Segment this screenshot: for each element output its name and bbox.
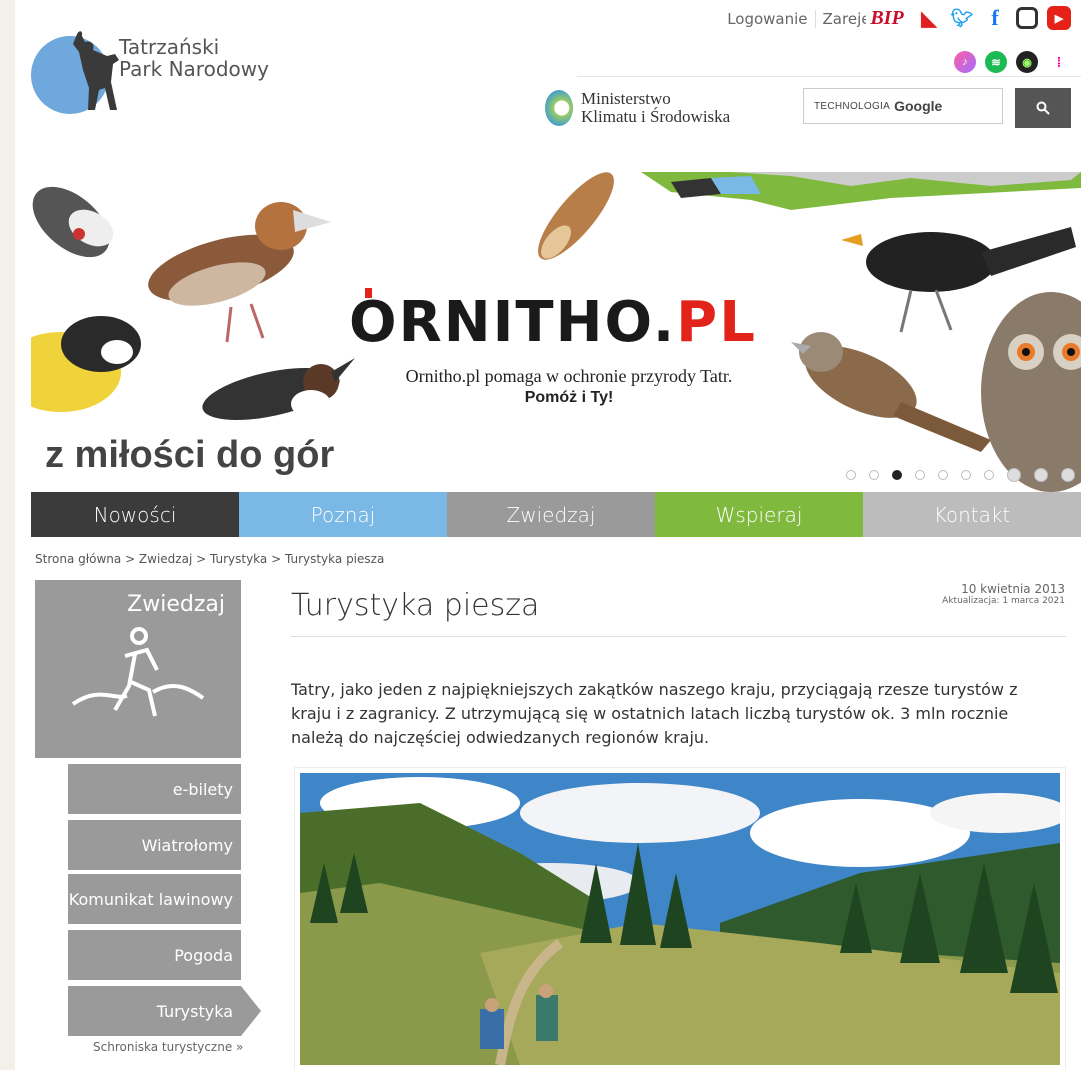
slider-dot[interactable]	[1061, 468, 1075, 482]
social-links: BIP ◣ 🐦︎ f ▶	[866, 5, 1071, 30]
date-published: 10 kwietnia 2013	[961, 582, 1065, 596]
sidebar-item-pogoda[interactable]: Pogoda	[68, 930, 241, 980]
sidebar-header[interactable]: Zwiedzaj	[35, 580, 241, 758]
sidebar-title: Zwiedzaj	[127, 592, 225, 617]
logo-text: Tatrzański Park Narodowy	[119, 36, 269, 80]
google-podcasts-icon[interactable]: ⁞	[1047, 50, 1071, 74]
banner-subtitle-text: Ornitho.pl pomaga w ochronie przyrody Ta…	[405, 366, 733, 386]
slider-dot[interactable]	[984, 470, 994, 480]
bip-icon[interactable]: BIP	[866, 6, 908, 30]
slider-dot[interactable]	[915, 470, 925, 480]
webcam-icon[interactable]: ◣	[917, 6, 941, 30]
spotify-icon[interactable]: ≋	[985, 51, 1007, 73]
hiker-icon	[71, 627, 205, 717]
facebook-icon[interactable]: f	[983, 5, 1007, 30]
nav-item-nowosci[interactable]: Nowości	[31, 492, 239, 537]
sidebar-item-komunikat-lawinowy[interactable]: Komunikat lawinowy	[68, 874, 241, 924]
logo-line1: Tatrzański	[119, 35, 220, 59]
hero-banner[interactable]: ORNITHO.PL Ornitho.pl pomaga w ochronie …	[31, 172, 1081, 492]
search-google-label: Google	[894, 98, 943, 114]
login-link[interactable]: Logowanie	[720, 10, 814, 28]
nav-item-poznaj[interactable]: Poznaj	[239, 492, 447, 537]
ministry-emblem-icon	[545, 90, 573, 126]
slider-dot[interactable]	[869, 470, 879, 480]
slider-dot[interactable]	[938, 470, 948, 480]
search-icon	[1036, 101, 1050, 115]
banner-subtitle-bold: Pomóż i Ty!	[524, 389, 614, 406]
lead-paragraph: Tatry, jako jeden z najpiękniejszych zak…	[291, 680, 1018, 747]
page-title: Turystyka piesza	[291, 588, 540, 623]
youtube-icon[interactable]: ▶	[1047, 6, 1071, 30]
apple-podcasts-icon[interactable]: ♪	[954, 51, 976, 73]
slogan: z miłości do gór	[45, 434, 335, 476]
ornitho-logo-pl: PL	[676, 290, 757, 355]
title-divider	[291, 636, 1066, 637]
sidebar-item-turystyka[interactable]: Turystyka	[68, 986, 261, 1036]
ministry-text: Ministerstwo Klimatu i Środowiska	[581, 90, 730, 126]
nav-item-zwiedzaj[interactable]: Zwiedzaj	[447, 492, 655, 537]
sidebar-item-wiatrolomy[interactable]: Wiatrołomy	[68, 820, 241, 870]
sidebar-item-e-bilety[interactable]: e-bilety	[68, 764, 241, 814]
search-tech-label: TECHNOLOGIA	[814, 100, 891, 112]
date-updated: Aktualizacja: 1 marca 2021	[942, 596, 1065, 606]
ornitho-logo: ORNITHO.PL	[349, 290, 757, 355]
instagram-icon[interactable]	[1016, 7, 1038, 29]
podcast-links: ♪ ≋ ◉ ⁞	[954, 50, 1071, 74]
slider-dot[interactable]	[1007, 468, 1021, 482]
ministry-logo[interactable]: Ministerstwo Klimatu i Środowiska	[545, 90, 730, 126]
chamois-icon	[73, 31, 119, 110]
slider-dot[interactable]	[846, 470, 856, 480]
search-button[interactable]	[1015, 88, 1071, 128]
ornitho-logo-main: ORNITHO.	[349, 290, 677, 355]
slider-dot[interactable]	[961, 470, 971, 480]
nav-item-kontakt[interactable]: Kontakt	[863, 492, 1081, 537]
header-divider	[577, 76, 1081, 77]
page: Tatrzański Park Narodowy Logowanie Zarej…	[15, 0, 1081, 1070]
main-nav: Nowości Poznaj Zwiedzaj Wspieraj Kontakt	[31, 492, 1081, 537]
park-logo[interactable]: Tatrzański Park Narodowy	[31, 30, 291, 120]
breadcrumb[interactable]: Strona główna > Zwiedzaj > Turystyka > T…	[35, 552, 384, 566]
logo-line2: Park Narodowy	[119, 57, 269, 81]
slider-dot-active[interactable]	[892, 470, 902, 480]
publish-date: 10 kwietnia 2013 Aktualizacja: 1 marca 2…	[942, 582, 1065, 606]
banner-subtitle: Ornitho.pl pomaga w ochronie przyrody Ta…	[349, 365, 789, 409]
hikers-photo	[295, 768, 1065, 1070]
nav-item-wspieraj[interactable]: Wspieraj	[655, 492, 863, 537]
sidebar-subitem-schroniska[interactable]: Schroniska turystyczne »	[93, 1040, 243, 1054]
slider-dots	[846, 468, 1075, 482]
ministry-line1: Ministerstwo	[581, 89, 671, 108]
twitter-icon[interactable]: 🐦︎	[950, 6, 974, 30]
mountain-landscape-image	[300, 773, 1060, 1065]
radio-icon[interactable]: ◉	[1016, 51, 1038, 73]
slider-dot[interactable]	[1034, 468, 1048, 482]
ministry-line2: Klimatu i Środowiska	[581, 107, 731, 126]
search-input[interactable]: TECHNOLOGIA Google	[803, 88, 1003, 124]
